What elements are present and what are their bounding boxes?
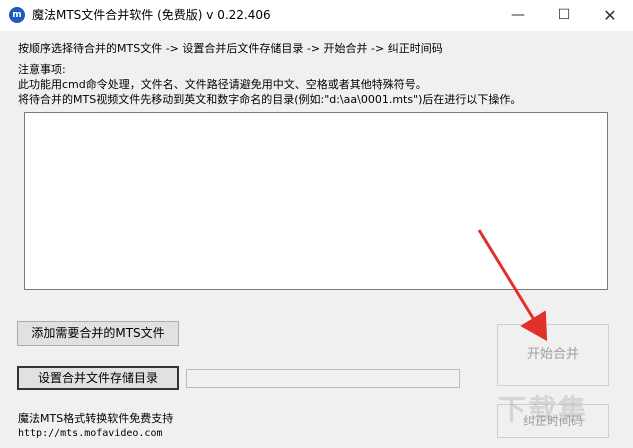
output-dir-field — [186, 369, 460, 388]
minimize-button[interactable]: — — [495, 0, 541, 31]
support-text: 魔法MTS格式转换软件免费支持 — [18, 412, 174, 425]
title-bar: m 魔法MTS文件合并软件 (免费版) v 0.22.406 — ☐ ✕ — [0, 0, 633, 31]
note-line-2: 将待合并的MTS视频文件先移动到英文和数字命名的目录(例如:"d:\aa\000… — [18, 93, 522, 106]
workflow-steps: 按顺序选择待合并的MTS文件 -> 设置合并后文件存储目录 -> 开始合并 ->… — [18, 42, 443, 55]
add-files-button[interactable]: 添加需要合并的MTS文件 — [17, 321, 179, 346]
close-button[interactable]: ✕ — [587, 0, 633, 31]
notes-title: 注意事项: — [18, 63, 66, 76]
maximize-button[interactable]: ☐ — [541, 0, 587, 31]
window-title: 魔法MTS文件合并软件 (免费版) v 0.22.406 — [32, 8, 271, 22]
note-line-1: 此功能用cmd命令处理，文件名、文件路径请避免用中文、空格或者其他特殊符号。 — [18, 78, 427, 91]
set-output-dir-button[interactable]: 设置合并文件存储目录 — [17, 366, 179, 390]
start-merge-button[interactable]: 开始合并 — [497, 324, 609, 386]
app-icon: m — [9, 7, 25, 23]
file-list[interactable] — [24, 112, 608, 290]
support-link[interactable]: http://mts.mofavideo.com — [18, 428, 163, 439]
fix-timecode-button[interactable]: 纠正时间码 — [497, 404, 609, 438]
